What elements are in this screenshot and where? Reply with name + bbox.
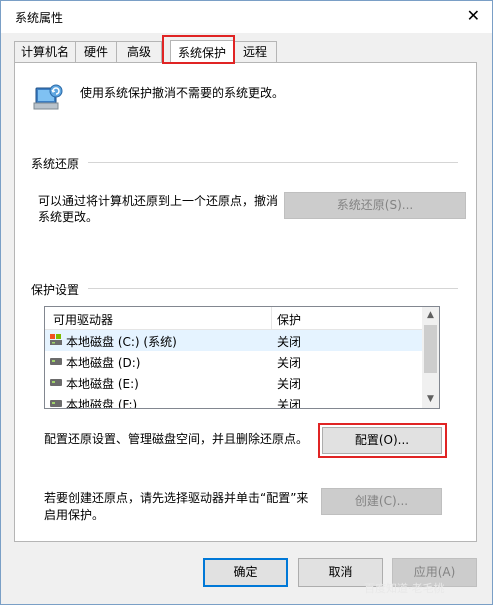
drive-list-scrollbar[interactable]: ▲ ▼ bbox=[422, 307, 439, 408]
intro-text: 使用系统保护撤消不需要的系统更改。 bbox=[80, 86, 285, 100]
system-protection-icon bbox=[33, 84, 63, 110]
create-button[interactable]: 创建(C)... bbox=[321, 488, 442, 515]
drive-row[interactable]: 本地磁盘 (C:) (系统) 关闭 bbox=[45, 330, 423, 351]
ok-button[interactable]: 确定 bbox=[203, 558, 288, 587]
drive-name: 本地磁盘 (D:) bbox=[66, 356, 141, 370]
create-description-line1: 若要创建还原点，请先选择驱动器并单击“配置”来 bbox=[44, 491, 309, 505]
drive-name: 本地磁盘 (F:) bbox=[66, 398, 138, 409]
drive-protection-status: 关闭 bbox=[277, 356, 302, 370]
group-divider bbox=[88, 288, 458, 289]
drive-icon bbox=[50, 400, 62, 407]
scroll-down-icon[interactable]: ▼ bbox=[422, 391, 439, 408]
close-icon[interactable]: ✕ bbox=[467, 6, 480, 25]
system-restore-group-title: 系统还原 bbox=[31, 157, 80, 171]
window-title: 系统属性 bbox=[15, 11, 64, 25]
configure-highlight-box bbox=[318, 423, 447, 458]
tab-highlight-box bbox=[162, 35, 235, 64]
scrollbar-thumb[interactable] bbox=[424, 325, 437, 373]
drive-icon bbox=[50, 358, 62, 365]
drive-icon bbox=[50, 379, 62, 386]
column-separator bbox=[271, 307, 272, 329]
drive-row[interactable]: 本地磁盘 (F:) 关闭 bbox=[45, 393, 423, 409]
drive-protection-status: 关闭 bbox=[277, 398, 302, 409]
title-bar: 系统属性 ✕ bbox=[1, 1, 492, 33]
configure-description: 配置还原设置、管理磁盘空间，并且删除还原点。 bbox=[44, 432, 309, 446]
create-description-line2: 启用保护。 bbox=[44, 508, 105, 522]
drive-list-header: 可用驱动器 保护 bbox=[45, 307, 423, 330]
system-restore-button[interactable]: 系统还原(S)... bbox=[284, 192, 466, 219]
drive-protection-status: 关闭 bbox=[277, 377, 302, 391]
tab-advanced[interactable]: 高级 bbox=[116, 41, 162, 62]
tab-hardware[interactable]: 硬件 bbox=[75, 41, 117, 62]
protection-settings-group-title: 保护设置 bbox=[31, 283, 80, 297]
group-divider bbox=[88, 162, 458, 163]
drive-row[interactable]: 本地磁盘 (D:) 关闭 bbox=[45, 351, 423, 372]
drive-protection-status: 关闭 bbox=[277, 335, 302, 349]
scroll-up-icon[interactable]: ▲ bbox=[422, 307, 439, 324]
tab-panel bbox=[14, 62, 477, 542]
drive-name: 本地磁盘 (E:) bbox=[66, 377, 139, 391]
tab-remote[interactable]: 远程 bbox=[233, 41, 277, 62]
drive-row[interactable]: 本地磁盘 (E:) 关闭 bbox=[45, 372, 423, 393]
drive-name: 本地磁盘 (C:) (系统) bbox=[66, 335, 177, 349]
restore-description-line2: 系统更改。 bbox=[38, 210, 99, 224]
watermark-text: 百度知道·老毛桃 bbox=[364, 582, 445, 595]
drive-list[interactable]: 可用驱动器 保护 本地磁盘 (C:) (系统) 关闭 本地磁盘 (D:) 关闭 … bbox=[44, 306, 440, 409]
restore-description-line1: 可以通过将计算机还原到上一个还原点，撤消 bbox=[38, 194, 279, 208]
tab-computer-name[interactable]: 计算机名 bbox=[14, 41, 76, 62]
system-drive-icon bbox=[50, 334, 62, 345]
column-available-drives[interactable]: 可用驱动器 bbox=[53, 311, 113, 328]
column-protection[interactable]: 保护 bbox=[277, 311, 301, 328]
